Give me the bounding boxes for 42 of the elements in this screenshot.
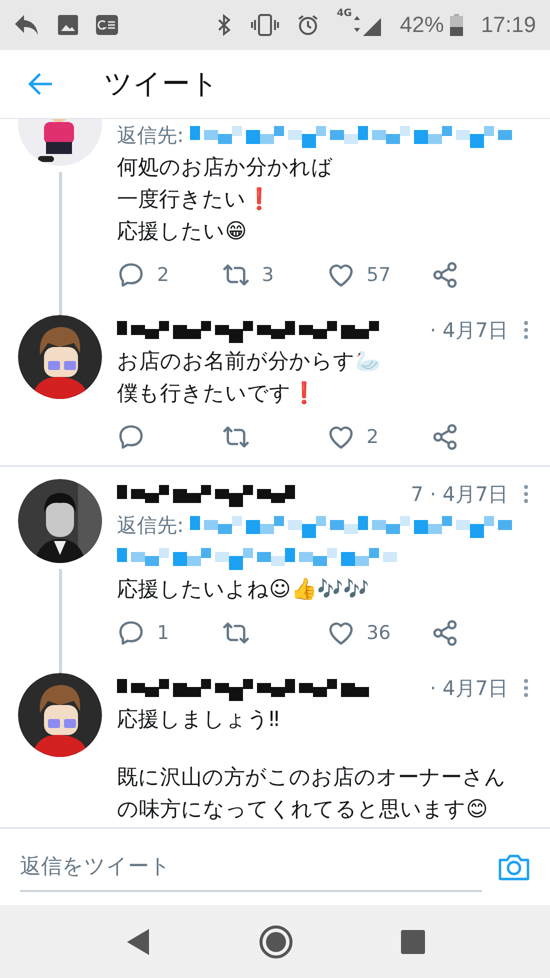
tweet-date: 7 · 4月7日: [410, 480, 508, 508]
tweet-text: 既に沢山の方がこのお店のオーナーさん: [117, 764, 506, 791]
share-icon: [431, 261, 460, 289]
share-icon: [431, 619, 460, 647]
reply-icon: [117, 423, 145, 451]
back-arrow-icon[interactable]: [28, 72, 54, 96]
home-icon[interactable]: [259, 924, 293, 958]
camera-icon[interactable]: [498, 853, 530, 881]
recents-icon[interactable]: [401, 930, 425, 954]
tweet-text: 僕も行きたいです❗: [117, 380, 317, 407]
retweet-button[interactable]: 3: [222, 261, 326, 289]
tweet-text: 応援しましょう‼: [117, 706, 280, 733]
reply-arrow-icon: [14, 14, 40, 36]
reply-button[interactable]: 2: [117, 261, 222, 289]
page-title: ツイート: [104, 66, 219, 102]
tweet-text: お店のお名前が分からす🦢: [117, 348, 381, 375]
tweet-text: 応援したい😁: [117, 218, 247, 245]
like-button[interactable]: 36: [326, 619, 432, 647]
like-button[interactable]: 2: [326, 423, 432, 451]
share-icon: [431, 423, 460, 451]
alarm-icon: [296, 14, 319, 36]
tweet-text: の味方になってくれてると思います😊: [117, 796, 488, 823]
tweet-date: · 4月7日: [430, 316, 508, 344]
reply-icon: [117, 619, 145, 647]
image-icon: [58, 15, 78, 35]
news-icon: [96, 15, 118, 35]
tweet-text: 応援したいよね☺👍🎶🎶: [117, 576, 369, 603]
reply-icon: [117, 261, 145, 289]
battery-icon: [450, 14, 463, 36]
clock: 17:19: [480, 12, 536, 38]
reply-button[interactable]: 1: [117, 619, 222, 647]
reply-to-label: 返信先:: [117, 122, 184, 148]
back-icon[interactable]: [125, 926, 151, 956]
tweet-date: · 4月7日: [430, 674, 508, 702]
signal-icon: [354, 14, 382, 36]
tweet-text: 一度行きたい❗: [117, 186, 272, 213]
tweet-text: 何処のお店か分かれば: [117, 154, 333, 181]
network-type: 4G: [336, 8, 352, 19]
like-button[interactable]: 57: [326, 261, 432, 289]
vibrate-icon: [250, 14, 279, 36]
reply-to-label: 返信先:: [117, 512, 184, 538]
battery-percent: 42%: [400, 12, 444, 38]
